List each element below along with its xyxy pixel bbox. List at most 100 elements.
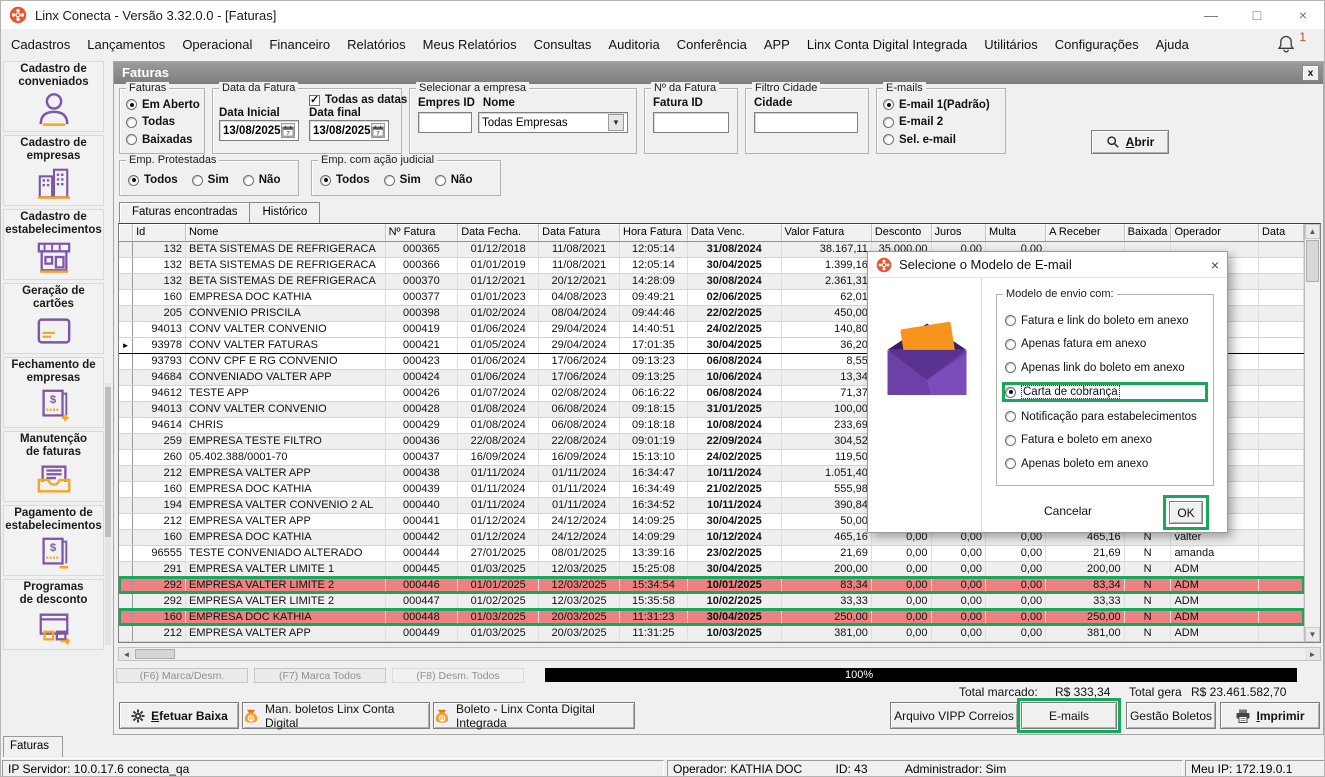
column-header-hora-fatura[interactable]: Hora Fatura — [619, 224, 688, 242]
f6-marca-desm-button[interactable]: (F6) Marca/Desm. — [116, 668, 248, 683]
sidebar-item-cadastro-de-conveniados[interactable]: Cadastro de conveniados — [3, 61, 104, 132]
menu-meus-relatorios[interactable]: Meus Relatórios — [423, 37, 517, 52]
scroll-left-icon[interactable]: ◄ — [119, 648, 134, 660]
sidebar-item-geracao-de-cartoes[interactable]: Geração de cartões — [3, 283, 104, 354]
menu-lancamentos[interactable]: Lançamentos — [87, 37, 165, 52]
table-row[interactable]: 292 EMPRESA VALTER LIMITE 2 000447 01/02/20… — [119, 593, 1304, 610]
sidebar-item-pagamento-de-estabelecimentos[interactable]: Pagamento de estabelecimentos $ — [3, 505, 104, 576]
chevron-down-icon[interactable]: ▼ — [608, 114, 624, 131]
menu-auditoria[interactable]: Auditoria — [608, 37, 659, 52]
column-header-a-receber[interactable]: A Receber — [1045, 224, 1125, 242]
column-header-indicator[interactable] — [119, 224, 134, 242]
scroll-down-icon[interactable]: ▼ — [1305, 627, 1320, 642]
menu-operacional[interactable]: Operacional — [182, 37, 252, 52]
column-header-desconto[interactable]: Desconto — [871, 224, 932, 242]
column-header-juros[interactable]: Juros — [931, 224, 987, 242]
radio-fatura-e-link-do-boleto-em-anexo[interactable]: Fatura e link do boleto em anexo — [1005, 315, 1205, 327]
column-header-data[interactable]: Data — [1258, 224, 1304, 242]
radio-sim[interactable]: Sim — [383, 174, 421, 186]
menu-cadastros[interactable]: Cadastros — [11, 37, 70, 52]
f8-desm-todos-button[interactable]: (F8) Desm. Todos — [392, 668, 524, 683]
menu-financeiro[interactable]: Financeiro — [269, 37, 330, 52]
empres-id-input[interactable] — [418, 112, 472, 133]
menu-conferencia[interactable]: Conferência — [677, 37, 747, 52]
menu-consultas[interactable]: Consultas — [534, 37, 592, 52]
table-row[interactable]: 96555 TESTE CONVENIADO ALTERADO 000444 27/0… — [119, 545, 1304, 562]
radio-sim[interactable]: Sim — [191, 174, 229, 186]
radio-nao[interactable]: Não — [242, 174, 280, 186]
menu-relatorios[interactable]: Relatórios — [347, 37, 406, 52]
scrollbar-thumb[interactable] — [1306, 240, 1319, 282]
man-boletos-button[interactable]: $ Man. boletos Linx Conta Digital — [242, 702, 430, 730]
menu-ajuda[interactable]: Ajuda — [1156, 37, 1189, 52]
gestao-boletos-button[interactable]: Gestão Boletos — [1126, 702, 1216, 729]
table-row[interactable]: 292 EMPRESA VALTER LIMITE 2 000446 01/01/20… — [119, 576, 1304, 594]
sidebar-item-manutencao-de-faturas[interactable]: Manutenção de faturas — [3, 431, 104, 502]
column-header-valor-fatura[interactable]: Valor Fatura — [781, 224, 872, 242]
notifications-bell-icon[interactable] — [1276, 34, 1296, 54]
table-row[interactable]: 212 EMPRESA VALTER APP 000449 01/03/2025 20/… — [119, 625, 1304, 642]
dialog-close-icon[interactable]: × — [1211, 257, 1219, 273]
panel-close-button[interactable]: x — [1302, 65, 1319, 81]
cidade-input[interactable] — [754, 112, 858, 133]
maximize-button[interactable]: □ — [1234, 1, 1280, 29]
radio-todas[interactable]: Todas — [126, 116, 198, 128]
radio-notificacao-para-estabelecimentos[interactable]: Notificação para estabelecimentos — [1005, 411, 1205, 423]
menu-app[interactable]: APP — [764, 37, 790, 52]
radio-baixadas[interactable]: Baixadas — [126, 134, 198, 146]
scroll-up-icon[interactable]: ▲ — [1305, 224, 1320, 239]
sidebar-item-programas-de-desconto[interactable]: Programas de desconto — [3, 579, 104, 650]
imprimir-button[interactable]: Imprimir — [1220, 702, 1320, 729]
radio-em-aberto[interactable]: Em Aberto — [126, 99, 200, 111]
column-header-multa[interactable]: Multa — [985, 224, 1047, 242]
efetuar-baixa-button[interactable]: Efetuar Baixa — [119, 702, 239, 729]
sidebar-item-cadastro-de-estabelecimentos[interactable]: Cadastro de estabelecimentos — [3, 209, 104, 280]
radio-carta-de-cobranca[interactable]: Carta de cobrança — [1005, 385, 1205, 399]
column-header-baixada[interactable]: Baixada — [1124, 224, 1172, 242]
scroll-right-icon[interactable]: ► — [1305, 648, 1320, 660]
sidebar-scrollbar[interactable] — [105, 383, 111, 645]
ok-button[interactable]: OK — [1169, 501, 1203, 524]
column-header-data-venc[interactable]: Data Venc. — [687, 224, 782, 242]
grid-horizontal-scrollbar[interactable]: ◄ ► — [118, 647, 1321, 661]
cancelar-button[interactable]: Cancelar — [1044, 504, 1093, 518]
mdi-tab-faturas[interactable]: Faturas — [3, 736, 63, 757]
radio-fatura-e-boleto-em-anexo[interactable]: Fatura e boleto em anexo — [1005, 434, 1205, 446]
column-header-n-fatura[interactable]: Nº Fatura — [385, 224, 459, 242]
tab-faturas-encontradas[interactable]: Faturas encontradas — [119, 202, 251, 223]
sidebar-item-cadastro-de-empresas[interactable]: Cadastro de empresas — [3, 135, 104, 206]
column-header-data-fatura[interactable]: Data Fatura — [538, 224, 620, 242]
radio-todos[interactable]: Todos — [320, 174, 370, 186]
abrir-button[interactable]: Abrir — [1091, 130, 1169, 154]
calendar-icon[interactable]: 7 — [370, 123, 385, 138]
calendar-icon[interactable]: 7 — [280, 123, 295, 138]
column-header-id[interactable]: Id — [132, 224, 186, 242]
sidebar-item-fechamento-de-empresas[interactable]: Fechamento de empresas $ — [3, 357, 104, 428]
data-inicial-field[interactable]: 13/08/2025 7 — [219, 120, 299, 141]
menu-configuracoes[interactable]: Configurações — [1055, 37, 1139, 52]
f7-marca-todos-button[interactable]: (F7) Marca Todos — [254, 668, 386, 683]
empresa-combo[interactable]: Todas Empresas ▼ — [478, 112, 628, 133]
arquivo-vipp-button[interactable]: Arquivo VIPP Correios — [890, 702, 1018, 729]
todas-as-datas-checkbox[interactable]: Todas as datas — [309, 93, 407, 106]
fatura-id-input[interactable] — [653, 112, 729, 133]
scrollbar-thumb[interactable] — [135, 649, 175, 659]
data-final-field[interactable]: 13/08/2025 7 — [309, 120, 389, 141]
column-header-data-fecha[interactable]: Data Fecha. — [457, 224, 540, 242]
boleto-integrada-button[interactable]: $ Boleto - Linx Conta Digital Integrada — [433, 702, 635, 730]
radio-apenas-boleto-em-anexo[interactable]: Apenas boleto em anexo — [1005, 458, 1205, 470]
radio-apenas-fatura-em-anexo[interactable]: Apenas fatura em anexo — [1005, 338, 1205, 350]
radio-e-mail-2[interactable]: E-mail 2 — [883, 116, 999, 128]
radio-todos[interactable]: Todos — [128, 174, 178, 186]
menu-linx-conta-digital-integrada[interactable]: Linx Conta Digital Integrada — [807, 37, 967, 52]
emails-button[interactable]: E-mails — [1021, 702, 1117, 729]
column-header-operador[interactable]: Operador — [1170, 224, 1259, 242]
radio-sel-e-mail[interactable]: Sel. e-mail — [883, 134, 999, 146]
table-row[interactable]: 291 EMPRESA VALTER LIMITE 1 000445 01/03/20… — [119, 561, 1304, 578]
menu-utilitarios[interactable]: Utilitários — [984, 37, 1037, 52]
radio-e-mail-1-padrao[interactable]: E-mail 1(Padrão) — [883, 99, 999, 111]
grid-vertical-scrollbar[interactable]: ▲ ▼ — [1304, 224, 1320, 642]
close-button[interactable]: × — [1280, 1, 1324, 29]
table-row[interactable]: 160 EMPRESA DOC KATHIA 000448 01/03/2025 20/… — [119, 608, 1304, 626]
column-header-nome[interactable]: Nome — [185, 224, 386, 242]
